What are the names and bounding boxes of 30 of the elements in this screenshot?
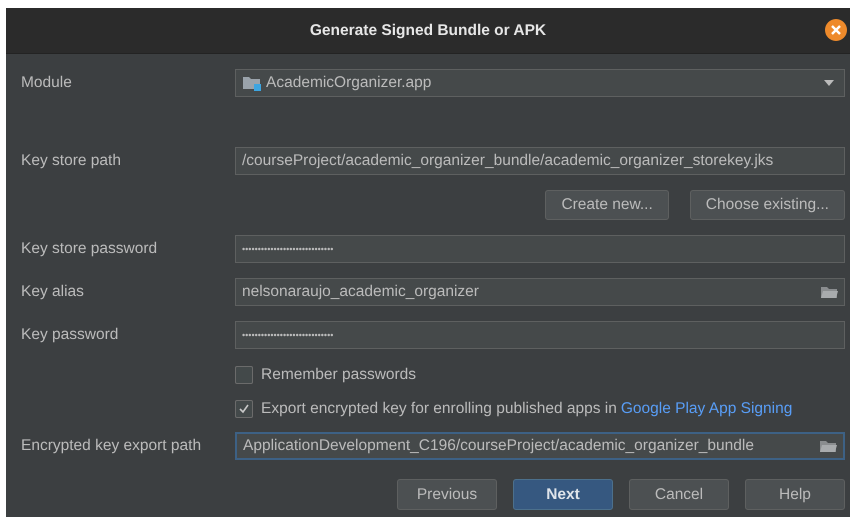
dialog-button[interactable]: Previous bbox=[397, 479, 497, 510]
folder-icon[interactable] bbox=[819, 439, 837, 453]
key-alias-field[interactable]: nelsonaraujo_academic_organizer bbox=[235, 278, 845, 306]
field-label: Key store password bbox=[21, 240, 158, 258]
field-label: Encrypted key export path bbox=[21, 437, 202, 455]
dialog-button[interactable]: Help bbox=[745, 479, 845, 510]
field-label: Key alias bbox=[21, 283, 85, 301]
checkbox-label: Remember passwords bbox=[261, 366, 416, 384]
module-dropdown[interactable]: AcademicOrganizer.app bbox=[235, 69, 845, 97]
field-label: Module bbox=[21, 74, 73, 92]
password-field[interactable]: ••••••••••••••••••••••••••••• bbox=[235, 321, 845, 349]
window-title: Generate Signed Bundle or APK bbox=[310, 22, 546, 40]
module-folder-icon bbox=[242, 75, 262, 91]
field-label: Key store path bbox=[21, 152, 122, 170]
dialog-button[interactable]: Next bbox=[513, 479, 613, 510]
key-store-button[interactable]: Create new... bbox=[545, 190, 669, 220]
caret-icon bbox=[824, 80, 834, 86]
checkbox-label: Export encrypted key for enrolling published apps in bbox=[261, 400, 617, 418]
dialog-button[interactable]: Cancel bbox=[629, 479, 729, 510]
folder-icon[interactable] bbox=[820, 285, 838, 299]
field-label: Key password bbox=[21, 326, 120, 344]
export-path-field[interactable]: ApplicationDevelopment_C196/courseProject/academic_organizer_bundle bbox=[235, 432, 845, 460]
key-store-path-field[interactable]: /courseProject/academic_organizer_bundle/academic_organizer_storekey.jks bbox=[235, 147, 845, 175]
check-icon bbox=[238, 403, 250, 415]
checkbox[interactable] bbox=[235, 366, 253, 384]
key-store-button[interactable]: Choose existing... bbox=[690, 190, 845, 220]
checkbox[interactable] bbox=[235, 400, 253, 418]
password-field[interactable]: ••••••••••••••••••••••••••••• bbox=[235, 235, 845, 263]
google-play-link[interactable]: Google Play App Signing bbox=[620, 400, 792, 418]
close-icon[interactable] bbox=[825, 19, 847, 41]
